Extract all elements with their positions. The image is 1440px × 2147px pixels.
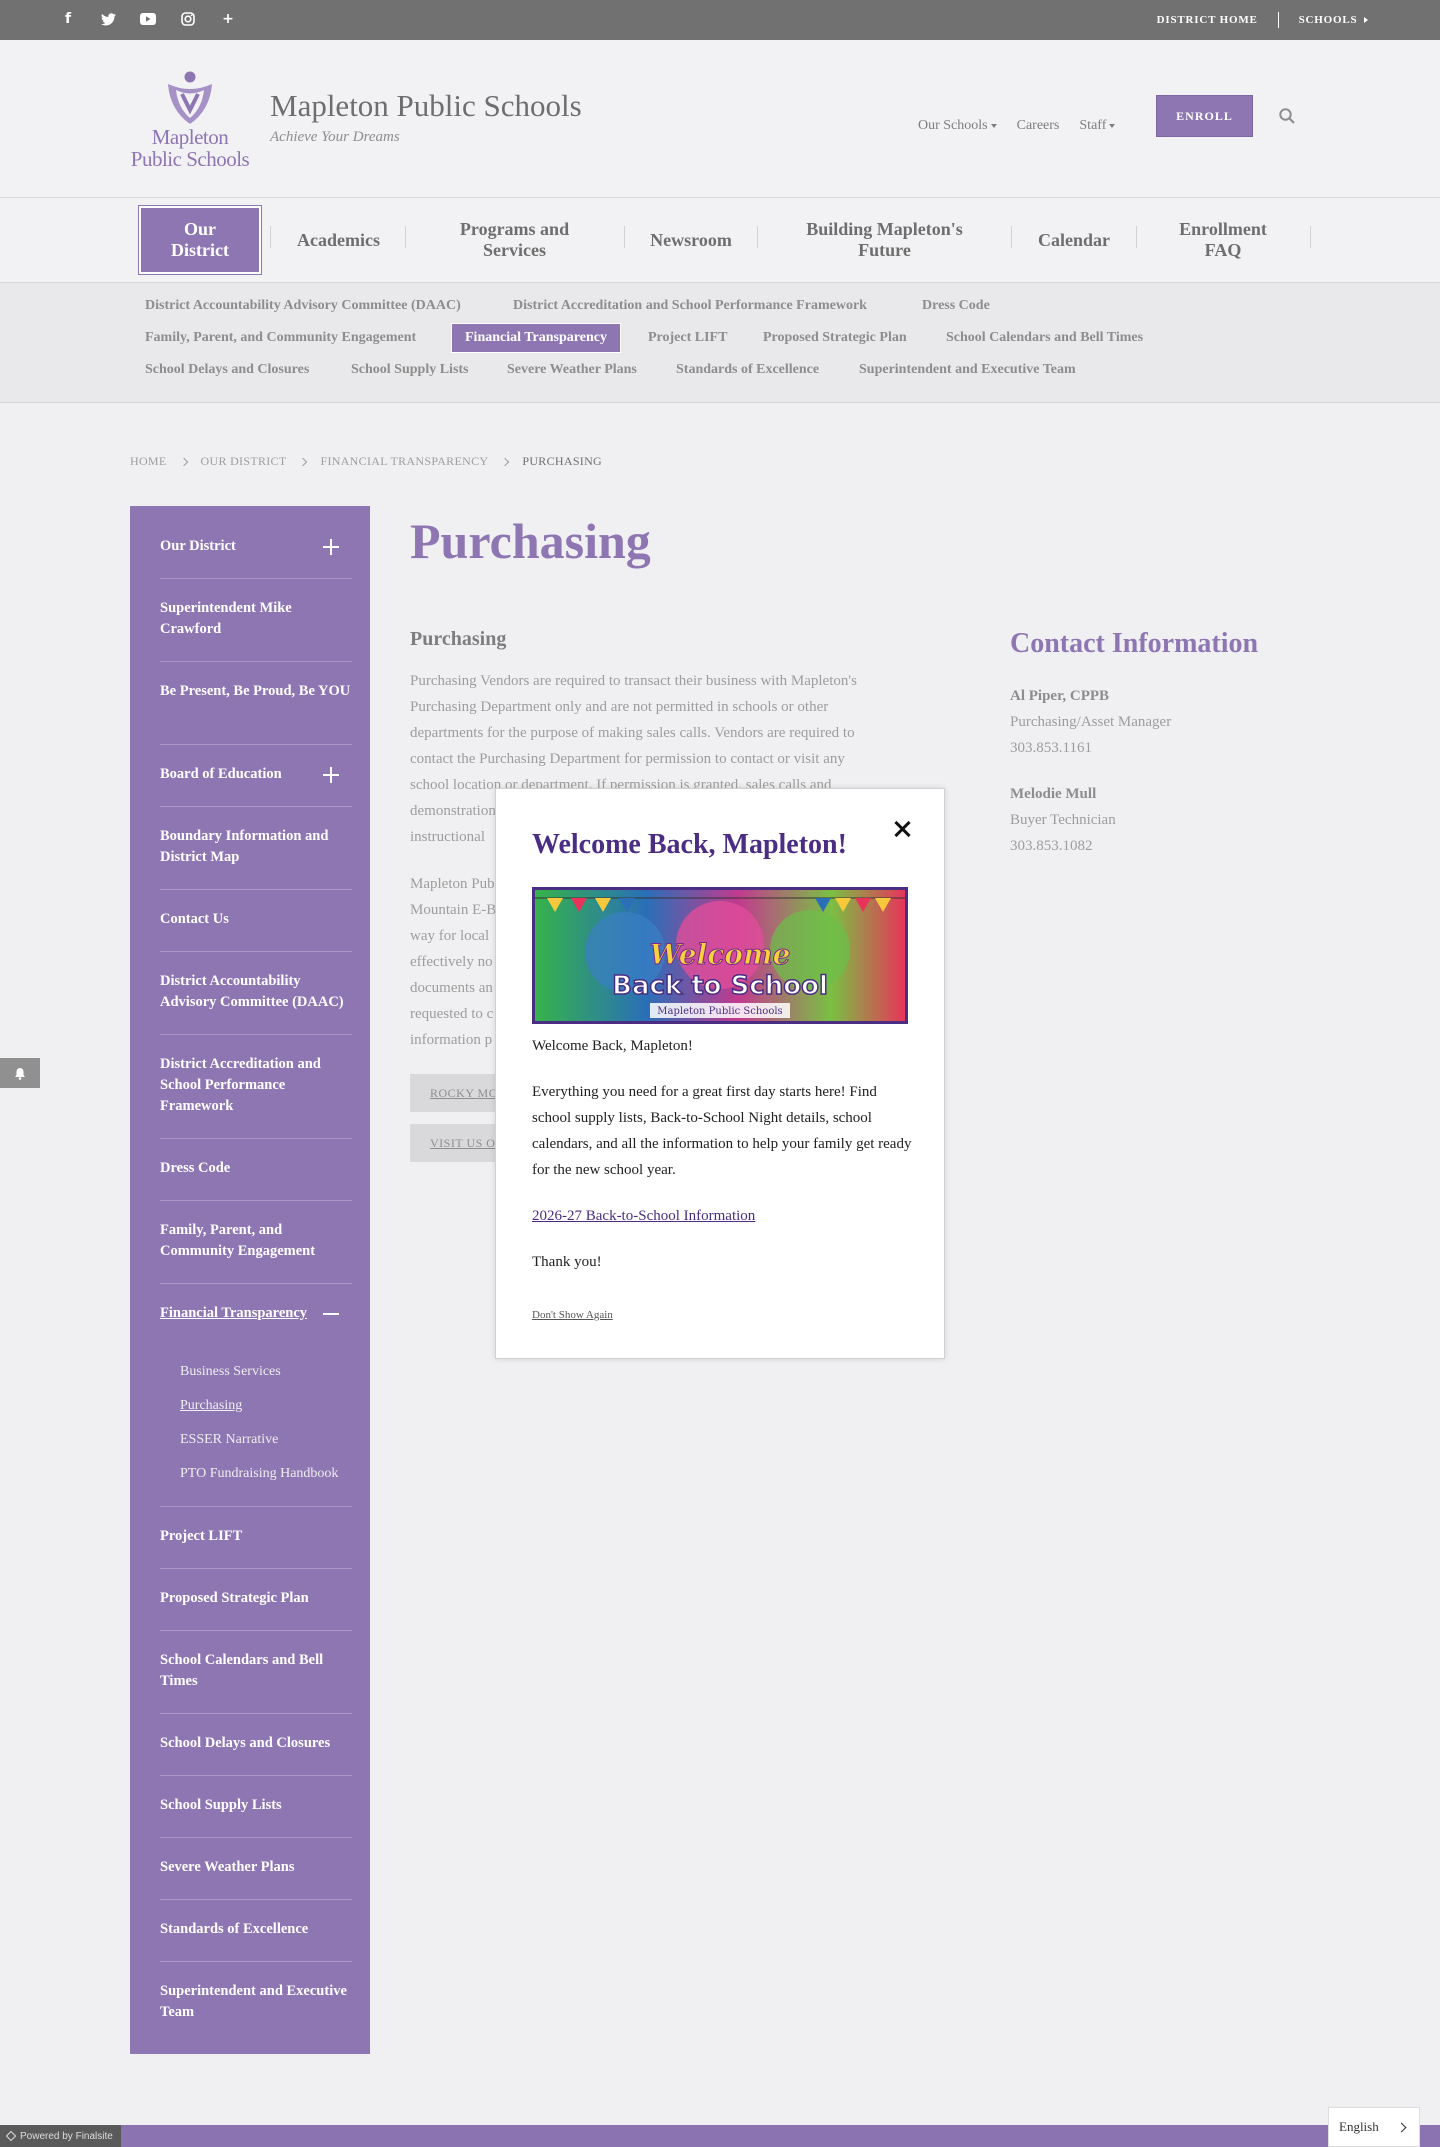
footer-bar [0,2125,1440,2147]
powered-by-text: Powered by Finalsite [20,2130,113,2142]
banner-org-text: Mapleton Public Schools [657,1006,782,1017]
back-to-school-banner: Welcome Back to School Mapleton Public S… [532,887,908,1024]
banner-back-to-school-text: Back to School [612,971,828,1001]
close-icon[interactable] [890,817,914,841]
dont-show-again-link[interactable]: Don't Show Again [532,1309,613,1321]
banner-welcome-text: Welcome [650,938,791,971]
powered-by-badge[interactable]: Powered by Finalsite [0,2125,121,2147]
modal-greeting: Welcome Back, Mapleton! [532,1038,693,1054]
chevron-right-icon [1396,2122,1407,2132]
modal-title: Welcome Back, Mapleton! [532,829,847,860]
modal-body: Everything you need for a great first da… [532,1084,912,1178]
finalsite-icon [6,2131,16,2141]
modal-thanks: Thank you! [532,1254,602,1270]
language-label: English [1339,2119,1379,2134]
back-to-school-info-link[interactable]: 2026-27 Back-to-School Information [532,1203,912,1229]
language-selector[interactable]: English [1328,2107,1420,2147]
welcome-modal: Welcome Back, Mapleton! Welcome Back to … [495,788,945,1359]
banner-graphic: Welcome Back to School Mapleton Public S… [535,890,905,1021]
